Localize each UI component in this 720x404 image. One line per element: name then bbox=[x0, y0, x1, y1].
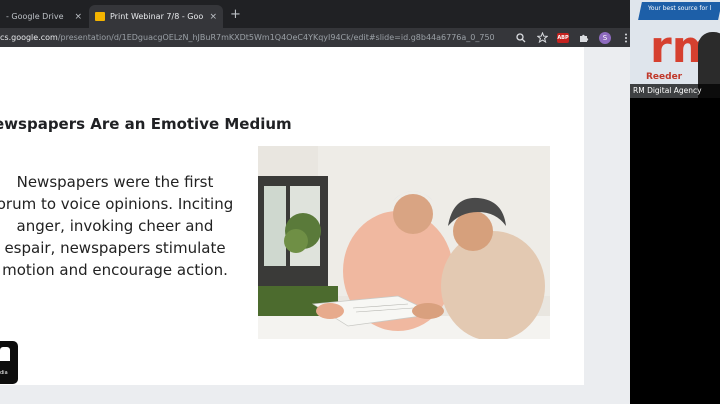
adblock-extension-icon[interactable]: ABP bbox=[557, 32, 569, 43]
toolbar-icons: ABP S bbox=[515, 30, 632, 45]
body-line: anger, invoking cheer and bbox=[16, 217, 214, 235]
couple-reading-newspaper-photo bbox=[258, 146, 550, 339]
tab-print-webinar[interactable]: Print Webinar 7/8 - Google Slid × bbox=[89, 5, 223, 28]
banner-tagline: Your best source for l bbox=[648, 5, 712, 12]
new-tab-button[interactable]: + bbox=[230, 8, 241, 22]
body-line: orum to voice opinions. Inciting bbox=[0, 195, 234, 213]
body-line: Newspapers were the first bbox=[16, 173, 214, 191]
search-icon[interactable] bbox=[515, 32, 527, 44]
participant-name-label: RM Digital Agency bbox=[630, 84, 720, 98]
tab-title: Print Webinar 7/8 - Google Slid bbox=[110, 12, 204, 21]
browser-toolbar: cs.google.com/presentation/d/1EDguacgOEL… bbox=[0, 28, 630, 47]
tab-title: - Google Drive bbox=[6, 12, 64, 21]
url-path: /presentation/d/1EDguacgOELzN_hJBuR7mKXD… bbox=[57, 33, 495, 42]
tab-google-drive[interactable]: - Google Drive × bbox=[0, 5, 88, 28]
tab-strip: - Google Drive × Print Webinar 7/8 - Goo… bbox=[0, 0, 630, 28]
slide-body-text: Newspapers were the first orum to voice … bbox=[0, 171, 240, 281]
close-icon[interactable]: × bbox=[74, 12, 82, 22]
slide-title: ewspapers Are an Emotive Medium bbox=[0, 115, 292, 133]
bookmark-star-icon[interactable] bbox=[536, 32, 548, 44]
logo-mark-icon bbox=[0, 347, 10, 361]
body-line: espair, newspapers stimulate bbox=[4, 239, 226, 257]
profile-avatar[interactable]: S bbox=[599, 31, 611, 44]
presentation-slide: ewspapers Are an Emotive Medium Newspape… bbox=[0, 47, 584, 385]
brand-word: Reeder bbox=[646, 72, 683, 82]
brand-logo: dia bbox=[0, 341, 18, 384]
logo-text: dia bbox=[0, 370, 8, 376]
webcam-overlay: Your best source for l rm Reeder RM Digi… bbox=[630, 0, 720, 98]
close-icon[interactable]: × bbox=[209, 12, 217, 22]
extensions-puzzle-icon[interactable] bbox=[578, 32, 590, 44]
url-host: cs.google.com bbox=[0, 33, 58, 42]
body-line: motion and encourage action. bbox=[2, 261, 228, 279]
address-bar[interactable]: cs.google.com/presentation/d/1EDguacgOEL… bbox=[0, 30, 510, 45]
browser-window: - Google Drive × Print Webinar 7/8 - Goo… bbox=[0, 0, 630, 404]
slides-favicon-icon bbox=[95, 12, 105, 21]
